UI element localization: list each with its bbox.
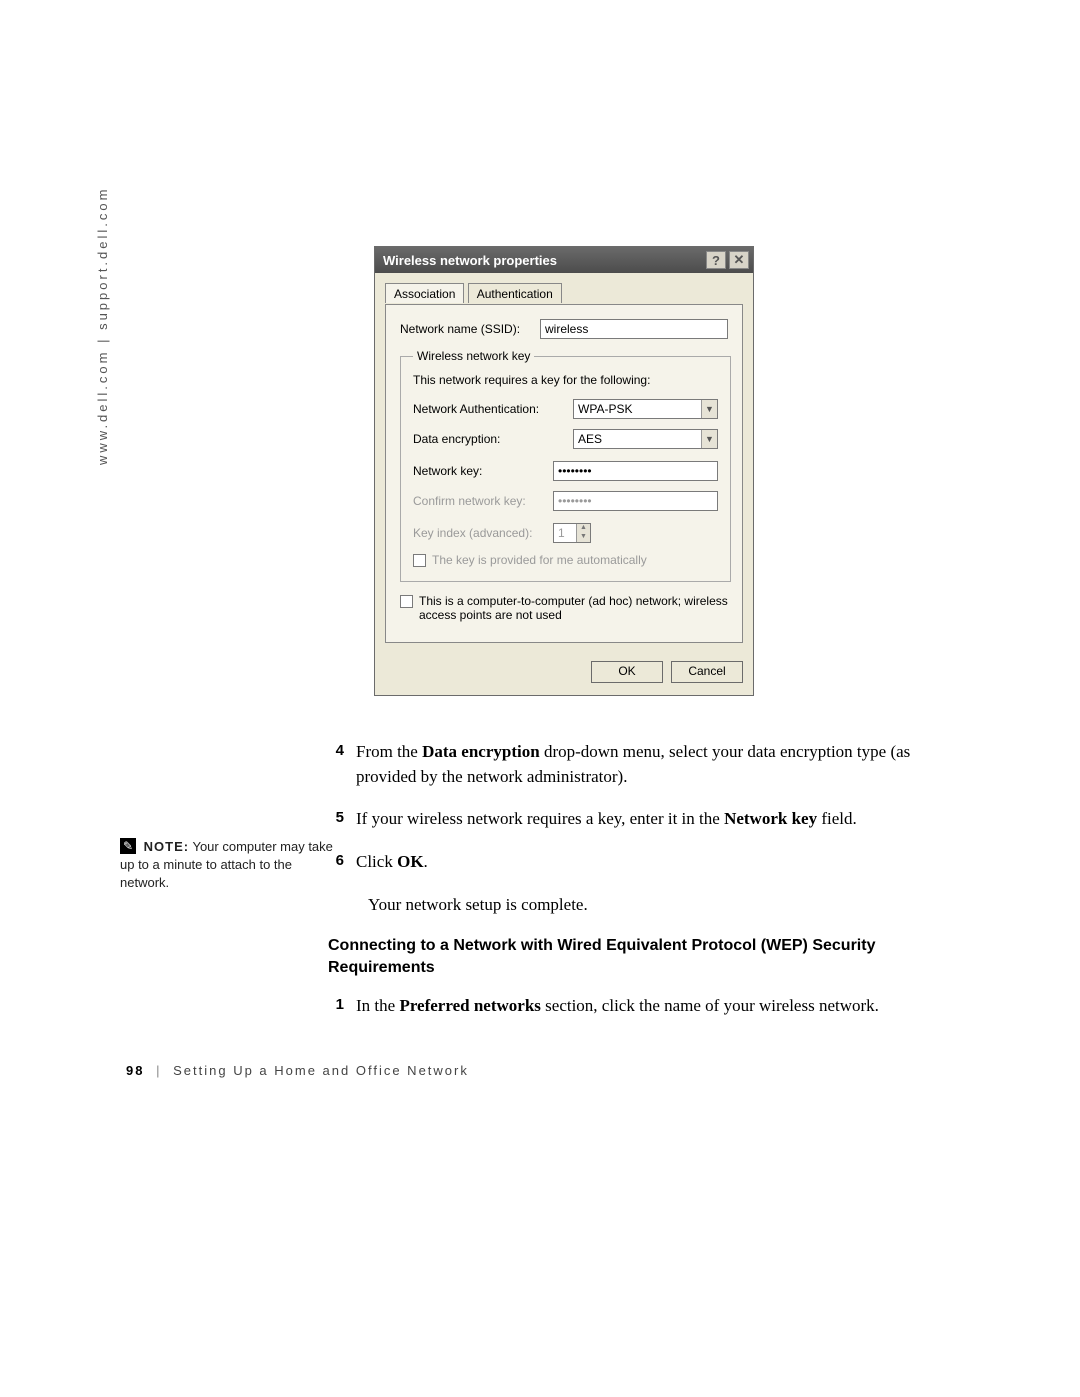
step-bold: Data encryption (422, 742, 540, 761)
step-number: 6 (328, 850, 356, 875)
step-text: Click OK. (356, 850, 958, 875)
body-column: 4 From the Data encryption drop-down men… (328, 740, 958, 1037)
step-4: 4 From the Data encryption drop-down men… (328, 740, 958, 789)
adhoc-check-row[interactable]: This is a computer-to-computer (ad hoc) … (400, 594, 728, 622)
step-post: section, click the name of your wireless… (541, 996, 879, 1015)
ssid-label: Network name (SSID): (400, 322, 540, 336)
net-auth-value: WPA-PSK (574, 400, 701, 418)
data-enc-combo[interactable]: AES ▼ (573, 429, 718, 449)
help-button[interactable]: ? (706, 251, 726, 269)
net-auth-combo[interactable]: WPA-PSK ▼ (573, 399, 718, 419)
wireless-key-legend: Wireless network key (413, 349, 534, 363)
spinner-down-icon: ▼ (577, 533, 590, 542)
step-text: In the Preferred networks section, click… (356, 994, 958, 1019)
page-footer: 98 | Setting Up a Home and Office Networ… (126, 1063, 469, 1078)
step-number: 4 (328, 740, 356, 789)
step-text: From the Data encryption drop-down menu,… (356, 740, 958, 789)
adhoc-checkbox[interactable] (400, 595, 413, 608)
step-bold: Network key (724, 809, 817, 828)
confirm-key-input (553, 491, 718, 511)
tab-association[interactable]: Association (385, 283, 464, 303)
dialog-tabs: Association Authentication (385, 283, 743, 305)
tab-panel-association: Network name (SSID): Wireless network ke… (385, 304, 743, 643)
cancel-button[interactable]: Cancel (671, 661, 743, 683)
step-post: . (424, 852, 428, 871)
step-6-sub: Your network setup is complete. (368, 893, 958, 918)
wep-subheading: Connecting to a Network with Wired Equiv… (328, 935, 958, 978)
auto-key-check-row: The key is provided for me automatically (413, 553, 718, 567)
dialog-titlebar: Wireless network properties ? ✕ (375, 247, 753, 273)
key-index-spinner: 1 ▲▼ (553, 523, 591, 543)
step-pre: Click (356, 852, 397, 871)
step-bold: Preferred networks (399, 996, 540, 1015)
dialog-title: Wireless network properties (383, 253, 703, 268)
step-number: 5 (328, 807, 356, 832)
net-key-input[interactable] (553, 461, 718, 481)
step-5: 5 If your wireless network requires a ke… (328, 807, 958, 832)
step-pre: If your wireless network requires a key,… (356, 809, 724, 828)
note-label: NOTE: (144, 839, 189, 854)
note-block: ✎ NOTE: Your computer may take up to a m… (120, 838, 335, 893)
tab-authentication[interactable]: Authentication (468, 283, 562, 303)
ssid-input[interactable] (540, 319, 728, 339)
key-index-label: Key index (advanced): (413, 526, 553, 540)
close-button[interactable]: ✕ (729, 251, 749, 269)
key-index-value: 1 (554, 524, 576, 542)
step-number: 1 (328, 994, 356, 1019)
net-key-label: Network key: (413, 464, 553, 478)
step-6: 6 Click OK. (328, 850, 958, 875)
note-icon: ✎ (120, 838, 136, 854)
net-auth-label: Network Authentication: (413, 402, 573, 416)
wireless-key-group: Wireless network key This network requir… (400, 349, 731, 582)
chevron-down-icon: ▼ (701, 430, 717, 448)
step-pre: From the (356, 742, 422, 761)
spinner-up-icon: ▲ (577, 524, 590, 533)
wep-step-1: 1 In the Preferred networks section, cli… (328, 994, 958, 1019)
step-post: field. (817, 809, 857, 828)
step-text: If your wireless network requires a key,… (356, 807, 958, 832)
page-number: 98 (126, 1063, 144, 1078)
data-enc-label: Data encryption: (413, 432, 573, 446)
adhoc-label: This is a computer-to-computer (ad hoc) … (419, 594, 728, 622)
confirm-key-label: Confirm network key: (413, 494, 553, 508)
footer-chapter: Setting Up a Home and Office Network (173, 1063, 469, 1078)
footer-separator: | (156, 1063, 161, 1078)
auto-key-label: The key is provided for me automatically (432, 553, 647, 567)
group-intro-text: This network requires a key for the foll… (413, 373, 718, 387)
data-enc-value: AES (574, 430, 701, 448)
step-bold: OK (397, 852, 423, 871)
auto-key-checkbox (413, 554, 426, 567)
margin-url-text: www.dell.com | support.dell.com (95, 187, 110, 465)
wireless-properties-dialog: Wireless network properties ? ✕ Associat… (374, 246, 754, 696)
chevron-down-icon: ▼ (701, 400, 717, 418)
ok-button[interactable]: OK (591, 661, 663, 683)
step-pre: In the (356, 996, 399, 1015)
